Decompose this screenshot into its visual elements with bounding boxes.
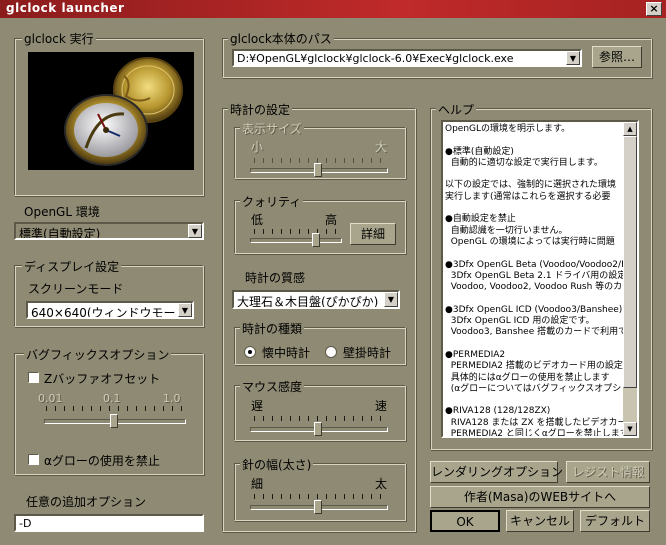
display-group-label: ディスプレイ設定	[22, 258, 122, 275]
display-size-max: 大	[375, 140, 388, 154]
run-group-label: glclock 実行	[22, 30, 96, 47]
scroll-up-icon[interactable]: ▲	[623, 122, 637, 136]
ok-button[interactable]: OK	[430, 510, 500, 532]
hand-width-label: 針の幅(太さ)	[240, 456, 314, 473]
display-size-min: 小	[251, 140, 264, 154]
extra-options-input[interactable]: -D	[14, 514, 204, 532]
screen-mode-label: スクリーンモード	[28, 282, 124, 296]
hand-width-min: 細	[251, 477, 264, 491]
screen-mode-select[interactable]: 640×640(ウィンドウモード) ▼	[26, 301, 194, 319]
quality-thumb[interactable]	[311, 233, 320, 247]
bugfix-group-label: バグフィックスオプション	[24, 346, 172, 363]
clock-settings-label: 時計の設定	[228, 101, 293, 118]
hand-width-thumb[interactable]	[314, 500, 322, 514]
clock-type-pocket-label: 懐中時計	[262, 346, 311, 360]
browse-button[interactable]: 参照…	[592, 46, 642, 68]
zbuffer-checkbox[interactable]	[28, 372, 39, 383]
help-text: OpenGLの環境を明示します。 ●標準(自動設定) 自動的に適切な設定で実行目…	[445, 124, 632, 438]
opengl-label: OpenGL 環境	[24, 205, 100, 219]
display-size-thumb[interactable]	[314, 163, 322, 177]
quality-label: クォリティ	[240, 193, 304, 210]
registry-info-button[interactable]: レジスト情報	[566, 461, 650, 483]
help-label: ヘルプ	[436, 101, 477, 118]
opengl-select[interactable]: 標準(自動設定) ▼	[14, 222, 204, 240]
quality-min: 低	[251, 213, 264, 227]
chevron-down-icon[interactable]: ▼	[178, 303, 192, 317]
help-scrollbar[interactable]: ▲ ▼	[623, 122, 637, 436]
hand-width-ticks	[254, 494, 382, 499]
path-group-label: glclock本体のパス	[228, 30, 334, 47]
mouse-max: 速	[375, 399, 388, 413]
path-value: D:¥OpenGL¥glclock¥glclock-6.0¥Exec¥glclo…	[237, 52, 514, 65]
quality-detail-button[interactable]: 詳細	[350, 223, 396, 245]
pocket-watch-icon	[64, 57, 183, 166]
chevron-down-icon[interactable]: ▼	[384, 292, 398, 307]
rendering-options-button[interactable]: レンダリングオプション	[430, 461, 563, 483]
material-select[interactable]: 大理石＆木目盤(ぴかぴか) ▼	[232, 290, 400, 309]
window-title: glclock launcher	[6, 1, 125, 15]
default-button[interactable]: デフォルト	[580, 510, 650, 532]
opengl-select-value: 標準(自動設定)	[19, 227, 101, 240]
chevron-down-icon[interactable]: ▼	[188, 224, 202, 238]
material-value: 大理石＆木目盤(ぴかぴか)	[237, 295, 379, 309]
run-preview-button[interactable]	[28, 52, 194, 170]
author-website-button[interactable]: 作者(Masa)のWEBサイトへ	[430, 486, 650, 508]
help-text-area[interactable]: OpenGLの環境を明示します。 ●標準(自動設定) 自動的に適切な設定で実行目…	[441, 120, 639, 438]
clock-type-wall-radio[interactable]	[325, 346, 337, 358]
zbuffer-slider-ticks	[46, 406, 182, 411]
quality-ticks	[254, 229, 336, 234]
clock-type-label: 時計の種類	[240, 320, 305, 337]
close-button[interactable]: ×	[646, 2, 662, 16]
display-size-label: 表示サイズ	[240, 120, 304, 137]
zbuffer-tick-mid: 0.1	[103, 392, 121, 405]
scroll-down-icon[interactable]: ▼	[623, 422, 637, 436]
zbuffer-slider-thumb[interactable]	[110, 414, 118, 428]
chevron-down-icon[interactable]: ▼	[566, 51, 580, 65]
zbuffer-label: Zバッファオフセット	[44, 372, 161, 386]
extra-options-label: 任意の追加オプション	[26, 495, 147, 509]
scroll-thumb[interactable]	[623, 136, 637, 388]
hand-width-max: 太	[375, 477, 388, 491]
alpha-glow-checkbox[interactable]	[28, 454, 39, 465]
alpha-glow-label: αグローの使用を禁止	[44, 454, 160, 468]
zbuffer-tick-min: 0.01	[38, 392, 63, 405]
clock-type-pocket-radio[interactable]	[244, 346, 256, 358]
quality-track[interactable]	[250, 238, 342, 243]
clock-type-wall-label: 壁掛時計	[343, 346, 392, 360]
path-select[interactable]: D:¥OpenGL¥glclock¥glclock-6.0¥Exec¥glclo…	[232, 49, 582, 67]
mouse-min: 遅	[251, 399, 264, 413]
zbuffer-tick-max: 1.0	[163, 392, 181, 405]
material-label: 時計の質感	[245, 271, 306, 285]
mouse-ticks	[254, 416, 382, 421]
mouse-label: マウス感度	[240, 378, 305, 395]
mouse-thumb[interactable]	[314, 422, 322, 436]
screen-mode-value: 640×640(ウィンドウモード)	[31, 306, 193, 319]
quality-max: 高	[325, 213, 338, 227]
cancel-button[interactable]: キャンセル	[506, 510, 574, 532]
